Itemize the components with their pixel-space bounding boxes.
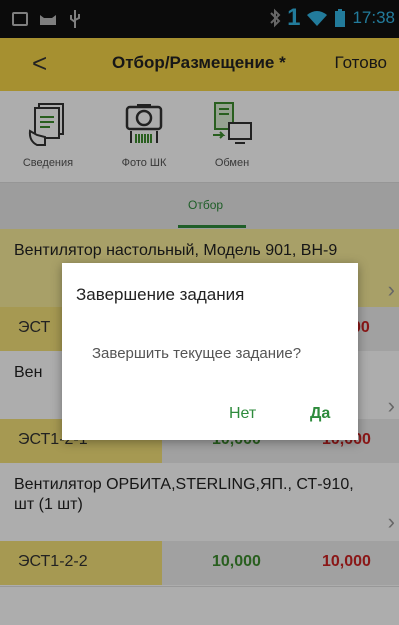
dialog-no-button[interactable]: Нет [229, 405, 256, 423]
dialog-title: Завершение задания [76, 285, 245, 304]
dialog-yes-button[interactable]: Да [310, 405, 330, 423]
dialog-message: Завершить текущее задание? [92, 345, 302, 362]
confirm-dialog: Завершение задания Завершить текущее зад… [62, 263, 358, 440]
